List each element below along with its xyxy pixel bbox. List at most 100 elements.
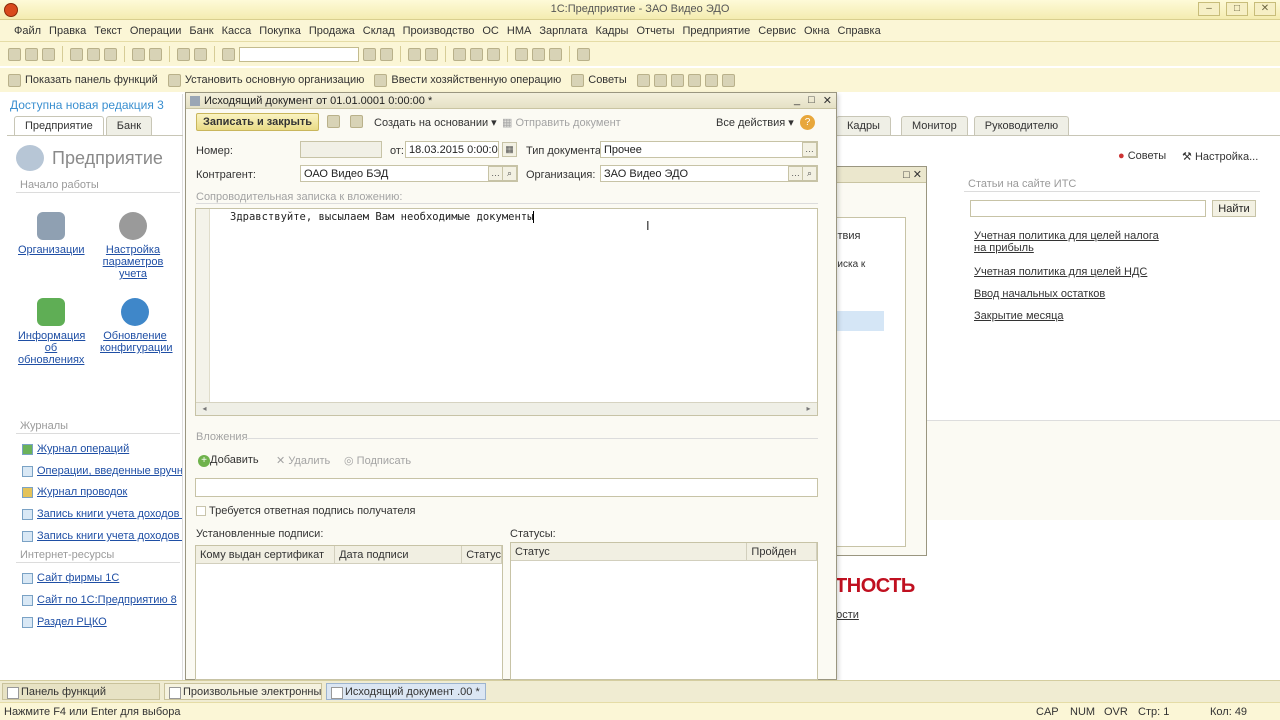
- report3-icon[interactable]: [670, 73, 684, 87]
- open-icon[interactable]: [25, 47, 38, 61]
- menu-item[interactable]: Файл: [14, 25, 41, 37]
- memory-minus-icon[interactable]: [549, 47, 562, 61]
- paste-icon[interactable]: [104, 47, 117, 61]
- column-header[interactable]: Статус: [462, 546, 502, 563]
- maximize-icon[interactable]: □: [1226, 2, 1248, 16]
- journal-link[interactable]: Операции, введенные вручн: [22, 465, 182, 477]
- enter-operation-button[interactable]: Ввести хозяйственную операцию: [391, 74, 561, 86]
- calendar-icon[interactable]: [470, 47, 483, 61]
- set-org-button[interactable]: Установить основную организацию: [185, 74, 365, 86]
- counterparty-field[interactable]: ОАО Видео БЭД: [300, 165, 518, 182]
- menu-item[interactable]: Правка: [49, 25, 86, 37]
- undo-icon[interactable]: [177, 47, 190, 61]
- clear-search-icon[interactable]: [363, 47, 376, 61]
- journal-link[interactable]: Запись книги учета доходов и: [22, 508, 182, 520]
- taskbar-item-active[interactable]: Исходящий документ .00 *: [326, 683, 486, 700]
- journal-link[interactable]: Запись книги учета доходов и: [22, 530, 182, 542]
- taskbar-item[interactable]: Панель функций: [2, 683, 160, 700]
- search-input[interactable]: [239, 46, 359, 62]
- tips-link[interactable]: ● Советы: [1118, 150, 1166, 162]
- menu-item[interactable]: Зарплата: [539, 25, 587, 37]
- print-icon[interactable]: [132, 47, 145, 61]
- calc-icon[interactable]: [453, 47, 466, 61]
- menu-item[interactable]: Склад: [363, 25, 395, 37]
- menu-item[interactable]: Справка: [838, 25, 881, 37]
- new-icon[interactable]: [8, 47, 21, 61]
- menu-item[interactable]: Продажа: [309, 25, 355, 37]
- save-icon[interactable]: [42, 47, 55, 61]
- tab-manager[interactable]: Руководителю: [973, 116, 1070, 136]
- print-icon[interactable]: [350, 115, 363, 128]
- organization-field[interactable]: ЗАО Видео ЭДО: [600, 165, 818, 182]
- tab-enterprise[interactable]: Предприятие: [14, 116, 104, 136]
- menu-item[interactable]: Отчеты: [636, 25, 674, 37]
- info-icon[interactable]: [425, 47, 438, 61]
- create-based-button[interactable]: Создать на основании ▾: [374, 116, 497, 129]
- report1-icon[interactable]: [636, 73, 650, 87]
- maximize-icon[interactable]: □: [808, 94, 815, 107]
- its-link[interactable]: Учетная политика для целей налога на при…: [974, 230, 1164, 254]
- note-textarea[interactable]: Здравствуйте, высылаем Вам необходимые д…: [195, 208, 818, 416]
- preview-icon[interactable]: [149, 47, 162, 61]
- date-field[interactable]: 18.03.2015 0:00:00: [405, 141, 499, 158]
- menu-item[interactable]: Банк: [189, 25, 213, 37]
- help-icon[interactable]: [577, 47, 590, 61]
- select-button[interactable]: …: [488, 166, 503, 181]
- column-header[interactable]: Дата подписи: [335, 546, 463, 563]
- attachments-list[interactable]: [195, 478, 818, 497]
- menu-item[interactable]: ОС: [482, 25, 499, 37]
- menu-item[interactable]: Предприятие: [683, 25, 751, 37]
- memory-plus-icon[interactable]: [532, 47, 545, 61]
- menu-item[interactable]: Операции: [130, 25, 181, 37]
- redo-icon[interactable]: [194, 47, 207, 61]
- menu-item[interactable]: Окна: [804, 25, 830, 37]
- horizontal-scrollbar[interactable]: ◂ ▸: [196, 402, 817, 415]
- select-button[interactable]: …: [802, 142, 817, 157]
- its-link[interactable]: Закрытие месяца: [974, 310, 1064, 322]
- internet-link[interactable]: Раздел РЦКО: [22, 616, 182, 628]
- menu-item[interactable]: Покупка: [259, 25, 301, 37]
- close-icon[interactable]: ✕: [823, 94, 832, 107]
- column-header[interactable]: Статус: [511, 543, 748, 560]
- calendar-icon[interactable]: ▦: [502, 142, 517, 157]
- copy-icon[interactable]: [87, 47, 100, 61]
- save-icon[interactable]: [327, 115, 340, 128]
- doctype-field[interactable]: Прочее: [600, 141, 818, 158]
- its-search-input[interactable]: [970, 200, 1206, 217]
- sign-button[interactable]: ◎ Подписать: [344, 454, 411, 467]
- menu-item[interactable]: НМА: [507, 25, 531, 37]
- search-icon[interactable]: [222, 47, 235, 61]
- its-link[interactable]: Ввод начальных остатков: [974, 288, 1105, 300]
- tips-button[interactable]: Советы: [588, 74, 626, 86]
- settings-link[interactable]: ⚒ Настройка...: [1182, 150, 1258, 163]
- journal-link[interactable]: Журнал проводок: [22, 486, 182, 498]
- minimize-icon[interactable]: –: [1198, 2, 1220, 16]
- save-close-button[interactable]: Записать и закрыть: [196, 113, 320, 131]
- accounting-settings-link[interactable]: Настройка параметров учета: [100, 212, 166, 280]
- tab-monitor[interactable]: Монитор: [900, 116, 968, 136]
- send-document-button[interactable]: ▦ Отправить документ: [502, 116, 621, 129]
- reply-signature-checkbox[interactable]: Требуется ответная подпись получателя: [196, 505, 416, 517]
- taskbar-item[interactable]: Произвольные электронны...: [164, 683, 322, 700]
- menu-item[interactable]: Сервис: [758, 25, 796, 37]
- select-button[interactable]: …: [788, 166, 803, 181]
- report6-icon[interactable]: [721, 73, 735, 87]
- config-update-link[interactable]: Обновление конфигурации: [100, 298, 173, 354]
- find-next-icon[interactable]: [380, 47, 393, 61]
- search-icon[interactable]: ⌕: [802, 166, 817, 181]
- tab-hr[interactable]: Кадры: [836, 116, 891, 136]
- report4-icon[interactable]: [687, 73, 701, 87]
- update-info-link[interactable]: Информация об обновлениях: [18, 298, 85, 366]
- journal-link[interactable]: Журнал операций: [22, 443, 182, 455]
- show-panel-button[interactable]: Показать панель функций: [25, 74, 158, 86]
- internet-link[interactable]: Сайт по 1С:Предприятию 8: [22, 594, 182, 606]
- memory-m-icon[interactable]: [515, 47, 528, 61]
- column-header[interactable]: Кому выдан сертификат: [196, 546, 336, 563]
- report2-icon[interactable]: [653, 73, 667, 87]
- delete-attachment-button[interactable]: ✕ Удалить: [276, 454, 330, 467]
- number-field[interactable]: [300, 141, 382, 158]
- cut-icon[interactable]: [70, 47, 83, 61]
- refresh-icon[interactable]: [408, 47, 421, 61]
- its-find-button[interactable]: Найти: [1212, 200, 1256, 217]
- internet-link[interactable]: Сайт фирмы 1С: [22, 572, 182, 584]
